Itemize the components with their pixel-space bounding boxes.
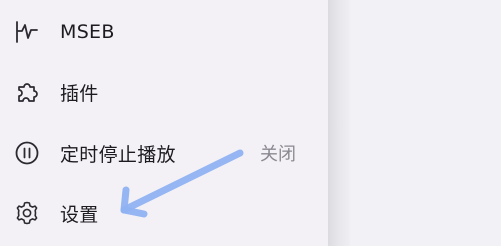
- menu-item-plugins[interactable]: 插件: [0, 64, 328, 120]
- navigation-drawer: MSEB 插件 定时停止播放 关闭 设置: [0, 0, 328, 246]
- gear-icon: [14, 200, 40, 226]
- waveform-icon: [14, 19, 40, 45]
- puzzle-icon: [14, 79, 40, 105]
- menu-item-mseb[interactable]: MSEB: [0, 4, 328, 60]
- menu-item-settings[interactable]: 设置: [0, 185, 328, 241]
- menu-item-sleep-timer[interactable]: 定时停止播放 关闭: [0, 125, 328, 181]
- main-content-area[interactable]: [350, 0, 501, 246]
- drawer-edge-shadow: [328, 0, 350, 246]
- app-screen: MSEB 插件 定时停止播放 关闭 设置: [0, 0, 501, 246]
- menu-item-label: 插件: [60, 82, 99, 105]
- timer-stop-icon: [14, 140, 40, 166]
- menu-item-label: 定时停止播放: [60, 143, 176, 166]
- menu-item-label: MSEB: [60, 21, 115, 43]
- menu-item-label: 设置: [60, 203, 99, 226]
- sleep-timer-status: 关闭: [260, 144, 296, 165]
